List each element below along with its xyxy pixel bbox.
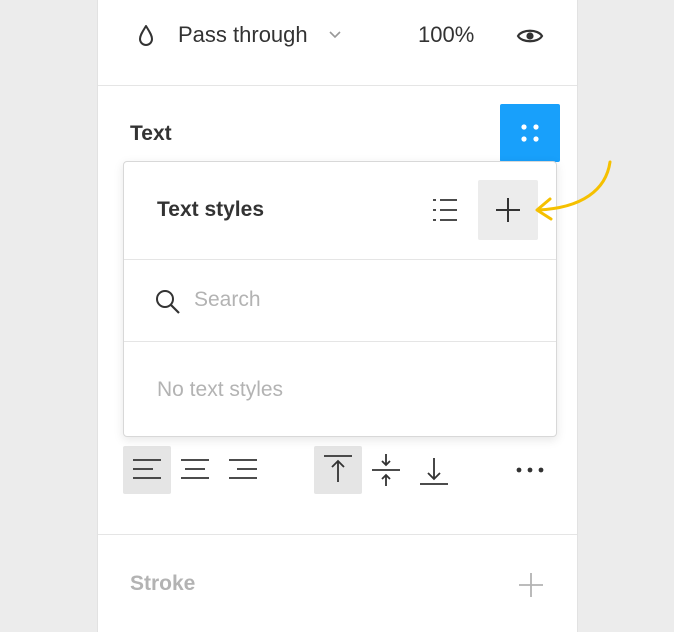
search-icon <box>156 290 180 314</box>
more-dots-icon <box>516 467 544 473</box>
divider <box>124 341 556 342</box>
divider <box>98 534 577 535</box>
stroke-section-title: Stroke <box>130 572 196 595</box>
create-style-button[interactable] <box>478 180 538 240</box>
empty-state-message: No text styles <box>157 378 284 401</box>
align-bottom-button[interactable] <box>410 446 458 494</box>
align-right-icon <box>229 459 257 479</box>
plus-icon <box>496 198 520 222</box>
eye-icon[interactable] <box>516 26 544 46</box>
drop-icon[interactable] <box>136 24 156 48</box>
popover-title: Text styles <box>157 198 264 221</box>
align-top-icon <box>324 455 352 482</box>
text-styles-popover: Text styles No text styles <box>123 161 557 437</box>
align-left-icon <box>133 459 161 479</box>
search-input[interactable] <box>194 284 514 316</box>
list-view-icon[interactable] <box>430 196 460 224</box>
align-middle-button[interactable] <box>362 446 410 494</box>
chevron-down-icon[interactable] <box>328 30 342 40</box>
more-options-button[interactable] <box>506 446 554 494</box>
align-bottom-icon <box>420 458 448 485</box>
align-right-button[interactable] <box>219 446 267 494</box>
text-styles-button[interactable] <box>500 104 560 162</box>
align-middle-icon <box>372 454 400 486</box>
blend-mode-select[interactable]: Pass through <box>178 22 308 48</box>
divider <box>98 85 577 86</box>
layer-row: Pass through 100% <box>98 0 577 72</box>
align-center-icon <box>181 459 209 479</box>
text-section-title: Text <box>130 122 172 145</box>
plus-icon[interactable] <box>518 572 544 598</box>
align-left-button[interactable] <box>123 446 171 494</box>
curved-arrow-icon <box>535 160 612 221</box>
align-top-button[interactable] <box>314 446 362 494</box>
four-dots-icon <box>521 124 539 142</box>
align-center-button[interactable] <box>171 446 219 494</box>
divider <box>124 259 556 260</box>
opacity-field[interactable]: 100% <box>418 22 474 48</box>
